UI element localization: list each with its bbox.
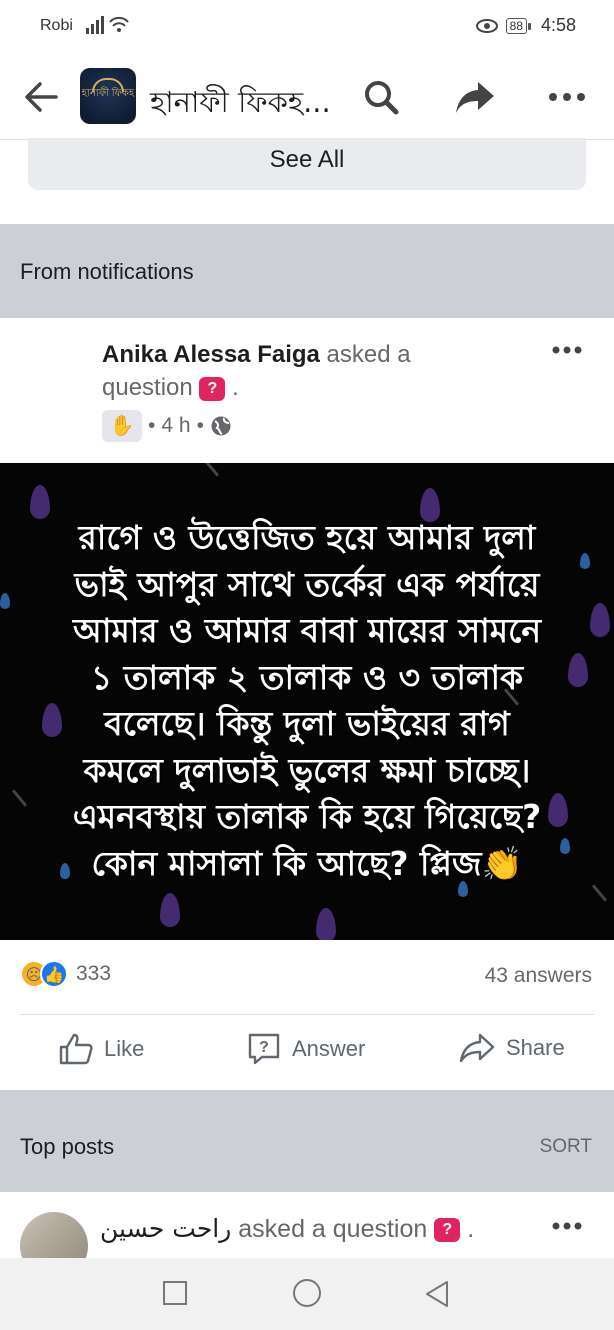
answer-icon: ?: [248, 1033, 280, 1065]
question-icon: ?: [199, 376, 226, 401]
post-text-line: রাগে ও উত্তেজিত হয়ে আমার দুলা: [78, 518, 536, 557]
answer-label: Answer: [292, 1036, 366, 1061]
search-icon[interactable]: [362, 78, 400, 116]
raindrop: [0, 593, 10, 609]
group-name[interactable]: হানাফী ফিকহ...: [150, 80, 331, 129]
post-author-name[interactable]: Anika Alessa Faiga: [102, 341, 320, 368]
post-image-text: রাগে ও উত্তেজিত হয়ে আমার দুলা ভাই আপুর …: [40, 515, 574, 887]
post-header-text: Anika Alessa Faiga asked a question ? .: [102, 341, 411, 401]
post2-author-name[interactable]: راحت حسين: [100, 1214, 231, 1243]
post-text-line: এমনবস্থায় তালাক কি হয়ে গিয়েছে?: [72, 797, 542, 836]
more-icon[interactable]: [548, 92, 586, 102]
group-logo-text: হানাফী ফিকহ: [81, 88, 135, 99]
rain-streak: [591, 884, 608, 902]
back-arrow-icon[interactable]: [20, 76, 62, 118]
post-text-line: কমলে দুলাভাই ভুলের ক্ষমা চাচ্ছে।: [83, 750, 531, 790]
action-separator: [20, 1014, 594, 1015]
reaction-count: 333: [76, 962, 112, 985]
battery-indicator: 88: [505, 17, 532, 34]
post-text-line: কোন মাসালা কি আছে? প্লিজ👏: [91, 843, 523, 883]
raindrop: [160, 893, 180, 927]
raindrop: [590, 603, 610, 637]
group-avatar[interactable]: হানাফী ফিকহ: [80, 68, 136, 124]
like-icon: [59, 1033, 93, 1065]
carrier-label: Robi: [40, 17, 73, 34]
raindrop: [316, 908, 336, 940]
post2-header-text: راحت حسين asked a question ? .: [100, 1214, 474, 1244]
notifications-title: From notifications: [20, 259, 194, 284]
sort-button[interactable]: SORT: [540, 1136, 592, 1158]
share-icon[interactable]: [454, 78, 496, 116]
clock: 4:58: [540, 15, 576, 35]
post-text-line: ভাই আপুর সাথে তর্কের এক পর্যায়ে: [74, 564, 540, 604]
triangle-nav-icon[interactable]: [424, 1280, 450, 1308]
rain-streak: [203, 463, 220, 477]
post-text-line: বলেছে। কিন্তু দুলা ভাইয়ের রাগ: [104, 704, 510, 743]
post-image[interactable]: রাগে ও উত্তেজিত হয়ে আমার দুলা ভাই আপুর …: [0, 463, 614, 940]
raindrop: [30, 485, 50, 519]
globe-icon: [211, 416, 231, 436]
system-nav-bar: [0, 1258, 614, 1330]
post-text-line: আমার ও আমার বাবা মায়ের সামনে: [72, 611, 542, 650]
signal-icon: [86, 16, 129, 34]
like-label: Like: [104, 1036, 145, 1061]
status-bar: Robi 88 4:58: [0, 0, 614, 52]
svg-text:?: ?: [259, 1039, 269, 1056]
see-all-button[interactable]: See All: [28, 138, 586, 190]
meta-dot: •: [148, 414, 156, 437]
square-nav-icon[interactable]: [162, 1280, 188, 1306]
rain-streak: [11, 789, 28, 807]
post-meta: ✋ • 4 h •: [102, 410, 232, 442]
answers-count[interactable]: 43 answers: [485, 964, 592, 988]
post-more-icon[interactable]: [552, 346, 582, 354]
top-posts-title: Top posts: [20, 1134, 115, 1159]
wave-badge-icon: ✋: [102, 410, 142, 442]
post2-suffix: .: [460, 1215, 475, 1243]
post-text-line: ১ তালাক ২ তালাক ও ৩ তালাক: [90, 657, 524, 697]
circle-nav-icon[interactable]: [292, 1278, 322, 1308]
share-arrow-icon: [459, 1033, 495, 1063]
like-button[interactable]: Like: [58, 1032, 144, 1066]
post-time[interactable]: 4 h: [161, 414, 190, 438]
raindrop: [580, 553, 590, 569]
post-action-suffix: question: [102, 374, 193, 401]
eye-icon: [475, 18, 498, 33]
question-icon: ?: [434, 1218, 461, 1243]
reactions-summary[interactable]: ☹ 👍 333: [20, 960, 111, 988]
post-action-prefix: asked a: [319, 341, 411, 368]
app-header: হানাফী ফিকহ হানাফী ফিকহ...: [0, 52, 614, 140]
like-reaction-icon: 👍: [40, 960, 68, 988]
post2-more-icon[interactable]: [552, 1222, 582, 1230]
share-button[interactable]: Share: [458, 1032, 565, 1064]
status-right: 88 4:58: [475, 15, 576, 36]
answer-button[interactable]: ? Answer: [246, 1032, 365, 1066]
meta-dot: •: [196, 414, 204, 437]
share-label: Share: [506, 1035, 565, 1060]
post2-action: asked a question: [231, 1215, 428, 1243]
